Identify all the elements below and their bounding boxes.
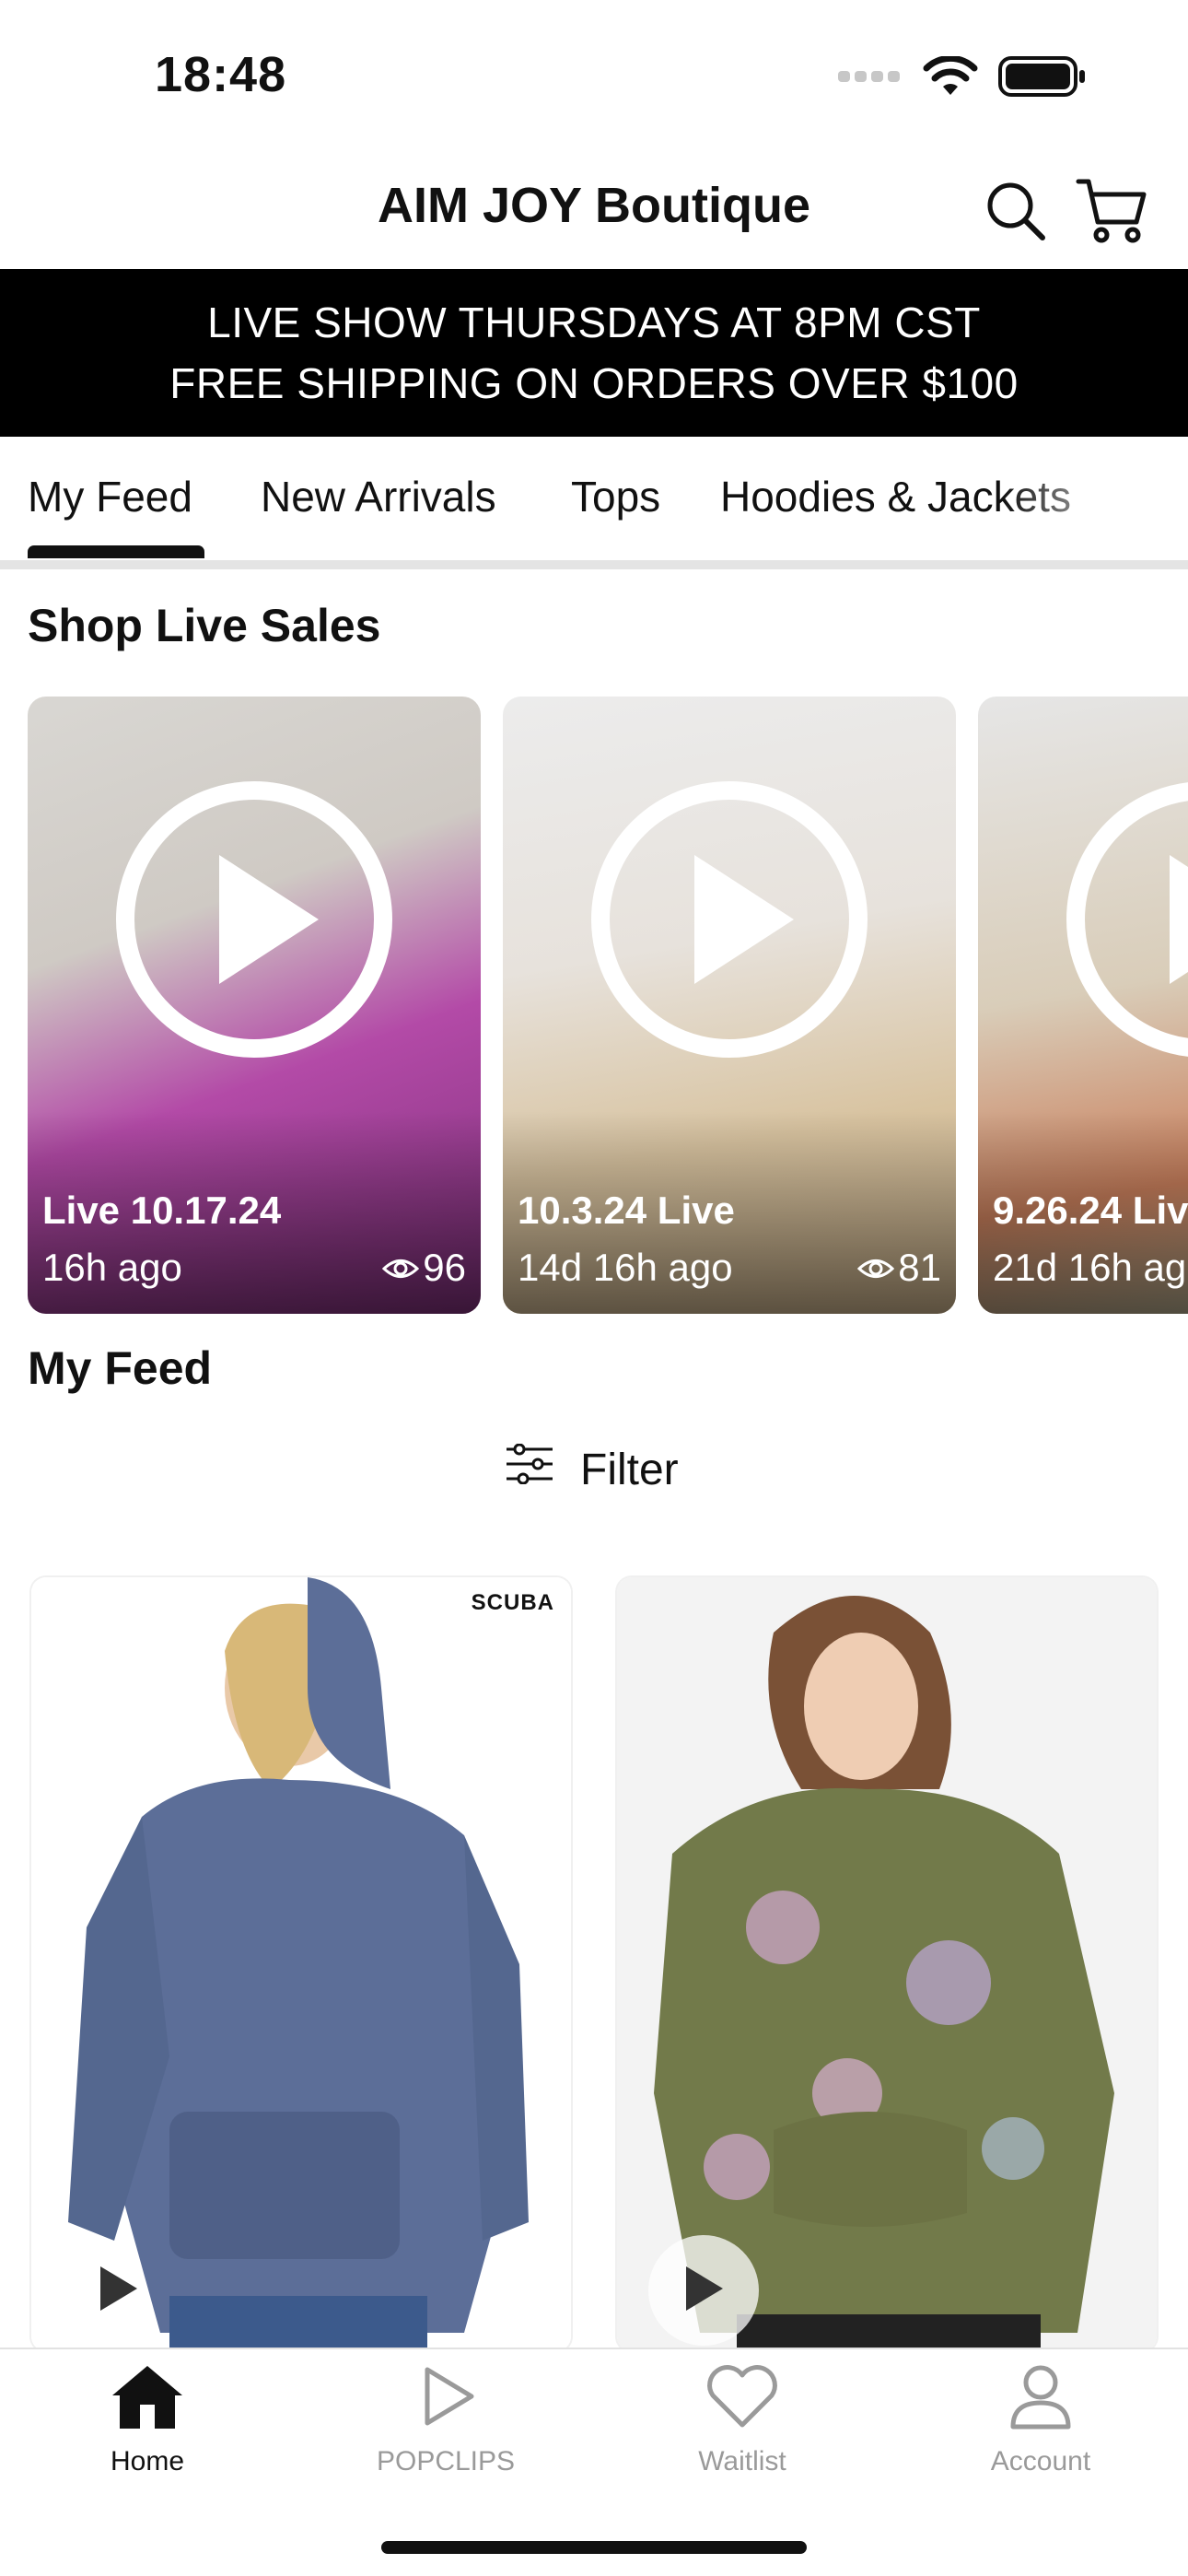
product-card-2[interactable] — [617, 1577, 1157, 2351]
tab-my-feed[interactable]: My Feed — [28, 472, 192, 521]
nav-home[interactable]: Home — [28, 2362, 267, 2477]
person-icon — [1002, 2362, 1079, 2435]
live-sales-carousel: Live 10.17.24 16h ago 96 10.3.24 Live 14… — [0, 697, 1188, 1316]
status-bar: 18:48 — [0, 0, 1188, 147]
play-icon — [95, 2263, 141, 2319]
live-card-age: 14d 16h ago — [518, 1246, 733, 1289]
banner-line-2: FREE SHIPPING ON ORDERS OVER $100 — [169, 359, 1019, 407]
nav-label-home: Home — [110, 2446, 185, 2476]
play-icon — [219, 855, 319, 984]
filter-button[interactable]: Filter — [505, 1437, 679, 1502]
nav-label-waitlist: Waitlist — [698, 2446, 786, 2476]
heart-icon — [704, 2362, 781, 2435]
product-badge: SCUBA — [471, 1590, 554, 1615]
play-icon — [1170, 855, 1188, 984]
view-count: 81 — [898, 1246, 941, 1289]
active-tab-indicator — [28, 545, 204, 558]
my-feed-title: My Feed — [28, 1342, 213, 1394]
nav-popclips[interactable]: POPCLIPS — [326, 2362, 565, 2477]
home-icon — [109, 2362, 186, 2435]
live-card-views: 96 — [382, 1246, 466, 1290]
live-card-title: Live 10.17.24 — [42, 1188, 282, 1232]
live-card-1[interactable]: Live 10.17.24 16h ago 96 — [28, 697, 481, 1314]
search-button[interactable] — [976, 173, 1055, 252]
live-card-title: 10.3.24 Live — [518, 1188, 735, 1232]
status-icons — [838, 54, 1087, 102]
live-card-title: 9.26.24 Live — [993, 1188, 1188, 1232]
cart-icon — [1076, 176, 1147, 251]
live-card-age: 16h ago — [42, 1246, 182, 1289]
play-icon — [681, 2263, 727, 2319]
live-card-age: 21d 16h ago — [993, 1246, 1188, 1289]
eye-icon — [857, 1246, 895, 1290]
category-tabs: My Feed New Arrivals Tops Hoodies & Jack… — [0, 437, 1188, 566]
nav-waitlist[interactable]: Waitlist — [623, 2362, 862, 2477]
status-time: 18:48 — [155, 47, 287, 102]
eye-icon — [382, 1246, 420, 1290]
signal-icon — [838, 69, 903, 88]
play-outline-icon — [407, 2362, 484, 2435]
banner-line-1: LIVE SHOW THURSDAYS AT 8PM CST — [207, 299, 981, 346]
live-card-3[interactable]: 9.26.24 Live 21d 16h ago — [978, 697, 1188, 1314]
app-header: AIM JOY Boutique — [0, 157, 1188, 267]
tab-tops[interactable]: Tops — [571, 472, 660, 521]
nav-account[interactable]: Account — [921, 2362, 1160, 2477]
play-icon — [694, 855, 794, 984]
live-card-views: 81 — [857, 1246, 941, 1290]
cart-button[interactable] — [1072, 173, 1151, 252]
live-sales-title: Shop Live Sales — [28, 600, 381, 651]
wifi-icon — [923, 54, 978, 101]
battery-icon — [998, 55, 1087, 102]
nav-label-account: Account — [990, 2446, 1091, 2476]
nav-label-popclips: POPCLIPS — [376, 2446, 516, 2476]
product-play-button[interactable] — [63, 2235, 173, 2346]
tab-new-arrivals[interactable]: New Arrivals — [261, 472, 496, 521]
tabs-fade — [1004, 437, 1188, 556]
filter-label: Filter — [580, 1445, 679, 1494]
home-indicator — [381, 2541, 807, 2554]
view-count: 96 — [423, 1246, 466, 1289]
product-card-1[interactable]: SCUBA — [31, 1577, 571, 2351]
sliders-icon — [505, 1443, 554, 1495]
search-icon — [984, 179, 1048, 248]
promo-banner: LIVE SHOW THURSDAYS AT 8PM CST FREE SHIP… — [0, 269, 1188, 437]
live-card-2[interactable]: 10.3.24 Live 14d 16h ago 81 — [503, 697, 956, 1314]
product-play-button[interactable] — [648, 2235, 759, 2346]
tabs-divider — [0, 560, 1188, 569]
